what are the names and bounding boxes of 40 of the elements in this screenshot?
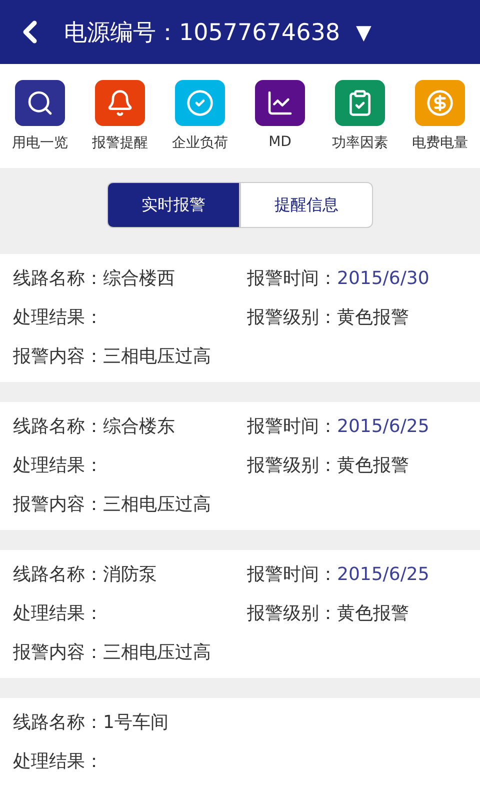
field-label: 报警级别：: [247, 306, 337, 330]
field-label: 报警内容：: [13, 493, 103, 517]
shortcut-button[interactable]: 企业负荷: [160, 80, 240, 152]
shortcut-button[interactable]: 用电一览: [0, 80, 80, 152]
field-value: 2015/6/30: [337, 267, 430, 291]
field-label: 处理结果：: [13, 454, 103, 478]
field-value: 2015/6/25: [337, 415, 430, 439]
field-value: 2015/6/25: [337, 563, 430, 587]
field-value: 综合楼东: [103, 415, 175, 439]
field-label: 线路名称：: [13, 415, 103, 439]
field-value: 三相电压过高: [103, 641, 211, 665]
field-value: 三相电压过高: [103, 345, 211, 369]
field-value: 消防泵: [103, 563, 157, 587]
field-label: 报警内容：: [13, 641, 103, 665]
field-value: 三相电压过高: [103, 493, 211, 517]
field-label: 报警时间：: [247, 415, 337, 439]
field-label: 报警级别：: [247, 602, 337, 626]
shortcut-button[interactable]: MD: [240, 80, 320, 152]
field-value: 综合楼西: [103, 267, 175, 291]
field-label: 处理结果：: [13, 602, 103, 626]
field-label: 线路名称：: [13, 711, 103, 735]
field-value: 1号车间: [103, 711, 168, 735]
field-label: 报警内容：: [13, 345, 103, 369]
field-label: 报警级别：: [247, 454, 337, 478]
field-value: 黄色报警: [337, 454, 409, 478]
tab[interactable]: 实时报警: [107, 182, 240, 228]
field-label: 线路名称：: [13, 563, 103, 587]
field-value: 黄色报警: [337, 306, 409, 330]
shortcut-button[interactable]: 功率因素: [320, 80, 400, 152]
tab[interactable]: 提醒信息: [240, 182, 373, 228]
field-label: 处理结果：: [13, 306, 103, 330]
field-value: 黄色报警: [337, 602, 409, 626]
header-title: 电源编号：10577674638: [64, 18, 340, 48]
shortcut-button[interactable]: 电费电量: [400, 80, 480, 152]
field-label: 线路名称：: [13, 267, 103, 291]
field-label: 报警时间：: [247, 267, 337, 291]
field-label: 报警时间：: [247, 563, 337, 587]
dropdown-toggle[interactable]: ▼: [356, 20, 372, 44]
field-label: 处理结果：: [13, 750, 103, 774]
shortcut-button[interactable]: 报警提醒: [80, 80, 160, 152]
